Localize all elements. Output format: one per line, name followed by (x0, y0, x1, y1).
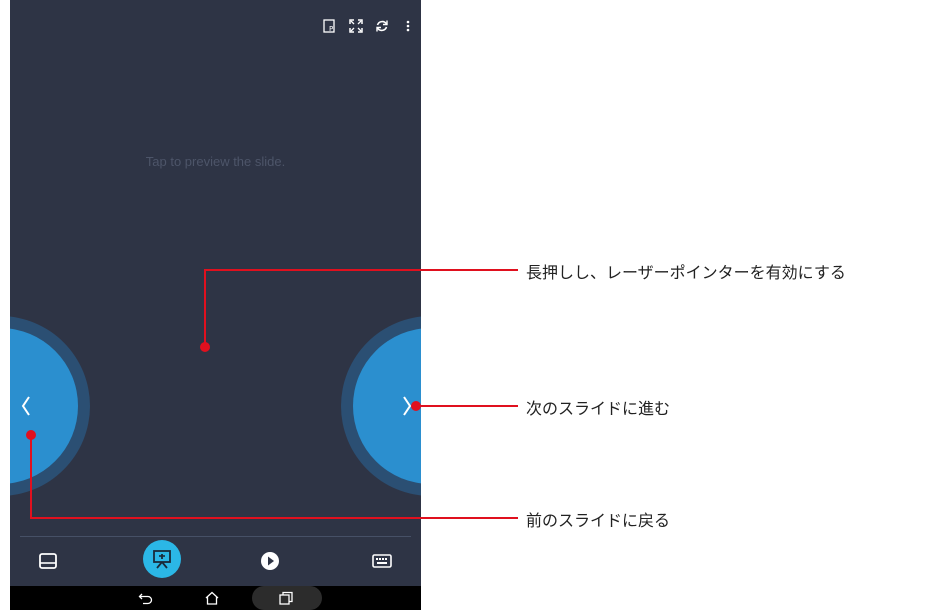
touchpad-icon (39, 553, 57, 569)
chevron-left-icon[interactable] (16, 392, 36, 420)
play-icon (261, 552, 279, 570)
back-icon[interactable] (138, 589, 154, 607)
keyboard-icon (372, 554, 392, 568)
home-icon[interactable] (204, 589, 220, 607)
presenter-notes-icon[interactable]: P (321, 17, 339, 35)
fullscreen-icon[interactable] (347, 17, 365, 35)
presentation-tab[interactable] (143, 540, 181, 578)
next-slide-annotation: 次のスライドに進む (526, 399, 671, 418)
previous-slide-annotation: 前のスライドに戻る (526, 511, 671, 530)
app-screen[interactable]: P Tap to preview the slide. (10, 0, 421, 586)
refresh-icon[interactable] (373, 17, 391, 35)
laser-pointer-annotation: 長押しし、レーザーポインターを有効にする (526, 263, 846, 282)
chevron-right-icon[interactable] (397, 392, 417, 420)
keyboard-tab[interactable] (362, 543, 402, 579)
presentation-icon (153, 550, 171, 569)
overflow-menu-icon[interactable] (399, 17, 417, 35)
top-toolbar: P (313, 14, 421, 38)
play-tab[interactable] (250, 543, 290, 579)
recent-apps-icon[interactable] (278, 589, 294, 607)
touchpad-tab[interactable] (28, 543, 68, 579)
svg-text:P: P (329, 25, 333, 33)
system-navigation-bar (10, 586, 421, 610)
preview-hint[interactable]: Tap to preview the slide. (10, 154, 421, 169)
bottom-tab-bar (10, 537, 421, 586)
